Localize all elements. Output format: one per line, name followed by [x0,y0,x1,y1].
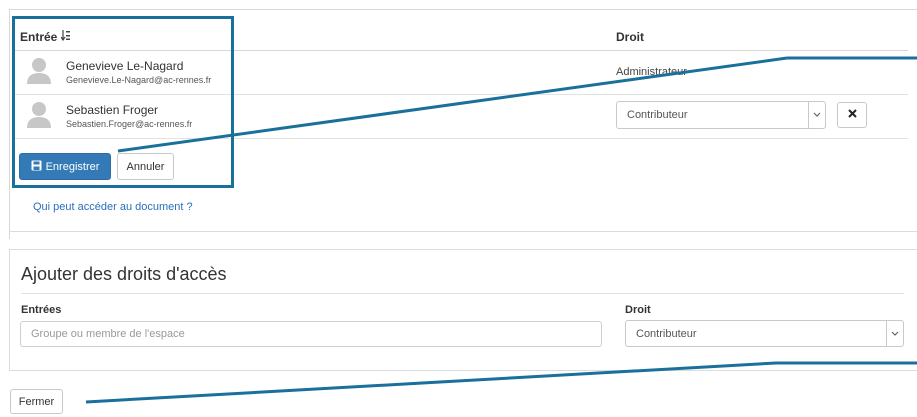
annotation-lines [85,56,917,404]
annotation-line-bottom [85,361,777,404]
annotation-line-top [117,56,788,153]
